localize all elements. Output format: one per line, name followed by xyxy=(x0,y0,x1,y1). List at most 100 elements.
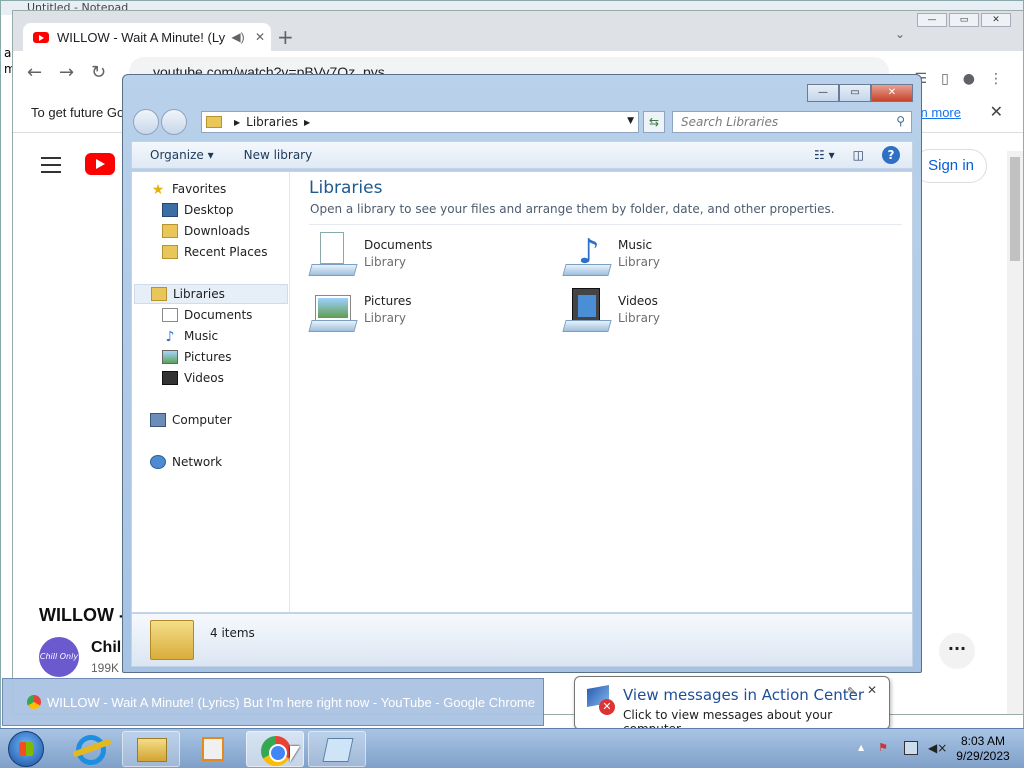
sign-in-button[interactable]: Sign in xyxy=(913,149,987,183)
start-button[interactable] xyxy=(4,729,48,768)
explorer-body: ★ Favorites Desktop Downloads Recent Pla… xyxy=(131,171,913,613)
documents-library-icon xyxy=(308,232,358,278)
reload-icon[interactable]: ↻ xyxy=(91,62,123,83)
nav-videos[interactable]: Videos xyxy=(162,371,224,385)
music-library-icon: ♪ xyxy=(562,232,612,278)
content-description: Open a library to see your files and arr… xyxy=(310,202,835,216)
preview-pane-icon[interactable]: ◫ xyxy=(853,148,864,162)
chrome-tab-youtube[interactable]: WILLOW - Wait A Minute! (Ly ◀) ✕ xyxy=(23,23,271,51)
library-documents[interactable]: Documents Library xyxy=(308,232,432,278)
close-button[interactable]: ✕ xyxy=(981,13,1011,27)
library-music[interactable]: ♪ Music Library xyxy=(562,232,660,278)
side-panel-icon[interactable]: ▯ xyxy=(941,71,949,87)
page-scrollbar[interactable] xyxy=(1007,151,1023,714)
maximize-button[interactable]: ▭ xyxy=(949,13,979,27)
search-icon[interactable]: ⚲ xyxy=(896,114,905,128)
library-pictures[interactable]: Pictures Library xyxy=(308,288,412,334)
explorer-minimize-button[interactable]: — xyxy=(807,84,839,102)
explorer-address-bar[interactable]: ▶ Libraries ▶ ▼ xyxy=(201,111,639,133)
computer-icon xyxy=(150,413,166,427)
details-pane: 4 items xyxy=(131,613,913,667)
google-chrome-icon xyxy=(261,736,291,766)
explorer-maximize-button[interactable]: ▭ xyxy=(839,84,871,102)
mouse-cursor-icon xyxy=(290,746,300,762)
minimize-button[interactable]: — xyxy=(917,13,947,27)
libraries-icon xyxy=(151,287,167,301)
nav-desktop[interactable]: Desktop xyxy=(162,203,234,217)
explorer-window-controls: — ▭ ✕ xyxy=(807,84,913,102)
infobar-close-icon[interactable]: ✕ xyxy=(990,102,1003,122)
taskbar-preview-chrome[interactable]: WILLOW - Wait A Minute! (Lyrics) But I'm… xyxy=(2,678,544,726)
more-actions-button[interactable]: ··· xyxy=(939,633,975,669)
change-view-icon[interactable]: ☷ ▾ xyxy=(814,148,835,162)
help-icon[interactable]: ? xyxy=(882,146,900,164)
nav-music[interactable]: ♪ Music xyxy=(162,329,219,345)
subscriber-count: 199K xyxy=(91,661,120,675)
nav-downloads[interactable]: Downloads xyxy=(162,224,250,238)
youtube-logo-icon[interactable] xyxy=(85,153,115,175)
nav-pictures[interactable]: Pictures xyxy=(162,350,232,364)
nav-recent-places[interactable]: Recent Places xyxy=(162,245,267,259)
item-count: 4 items xyxy=(210,626,255,640)
system-tray: ▲ ⚑ ◀× 8:03 AM 9/29/2023 xyxy=(834,729,1024,768)
volume-muted-icon[interactable]: ◀× xyxy=(928,741,947,755)
channel-name[interactable]: Chill xyxy=(91,639,126,657)
taskbar-notepad[interactable] xyxy=(308,731,366,767)
chrome-icon xyxy=(27,695,41,709)
new-library-button[interactable]: New library xyxy=(244,148,313,162)
organize-button[interactable]: Organize ▾ xyxy=(150,148,214,162)
forward-icon[interactable]: → xyxy=(59,62,91,83)
menu-icon[interactable]: ⋮ xyxy=(989,71,1003,87)
library-videos[interactable]: Videos Library xyxy=(562,288,660,334)
balloon-title[interactable]: View messages in Action Center xyxy=(623,686,864,704)
nav-documents[interactable]: Documents xyxy=(162,308,252,322)
navigation-pane: ★ Favorites Desktop Downloads Recent Pla… xyxy=(132,172,290,612)
nav-favorites[interactable]: ★ Favorites xyxy=(150,182,227,198)
tab-search-icon[interactable]: ⌄ xyxy=(895,27,905,41)
content-title: Libraries xyxy=(309,178,383,198)
chrome-toolbar-icons: ☰ ▯ ● ⋮ xyxy=(915,71,1004,87)
search-libraries-input[interactable]: Search Libraries ⚲ xyxy=(672,111,912,133)
taskbar-windows-explorer[interactable] xyxy=(122,731,180,767)
taskbar-internet-explorer[interactable] xyxy=(64,731,122,767)
music-icon: ♪ xyxy=(165,329,175,345)
recent-places-icon xyxy=(162,245,178,259)
back-forward-buttons xyxy=(133,109,189,135)
channel-avatar[interactable]: Chill Only xyxy=(39,637,79,677)
view-tools: ☷ ▾ ◫ ? xyxy=(814,146,900,164)
back-icon[interactable]: ← xyxy=(27,62,59,83)
content-divider xyxy=(309,224,902,225)
videos-library-icon xyxy=(562,288,612,334)
breadcrumb-libraries[interactable]: Libraries xyxy=(246,115,298,129)
explorer-back-button[interactable] xyxy=(133,109,159,135)
scrollbar-thumb[interactable] xyxy=(1010,157,1020,261)
nav-libraries[interactable]: Libraries xyxy=(134,284,288,304)
balloon-close-icon[interactable]: ✕ xyxy=(867,683,877,697)
pictures-library-icon xyxy=(308,288,358,334)
taskbar-media-player[interactable] xyxy=(184,731,242,767)
balloon-options-icon[interactable]: ✎ xyxy=(847,685,856,698)
tab-close-icon[interactable]: ✕ xyxy=(249,30,271,44)
breadcrumb-arrow-icon[interactable]: ▶ xyxy=(304,118,310,127)
breadcrumb-arrow-icon[interactable]: ▶ xyxy=(234,118,240,127)
explorer-window: — ▭ ✕ ▶ Libraries ▶ ▼ ⇆ Search Libraries… xyxy=(122,74,922,673)
explorer-forward-button[interactable] xyxy=(161,109,187,135)
nav-network[interactable]: Network xyxy=(150,455,222,469)
network-icon xyxy=(150,455,166,469)
libraries-large-icon xyxy=(150,620,194,660)
action-center-tray-icon[interactable]: ⚑ xyxy=(878,741,892,757)
action-center-balloon[interactable]: ✕ View messages in Action Center Click t… xyxy=(574,676,890,741)
explorer-close-button[interactable]: ✕ xyxy=(871,84,913,102)
address-dropdown-icon[interactable]: ▼ xyxy=(627,116,634,126)
speaker-icon[interactable]: ◀) xyxy=(227,30,249,44)
youtube-menu-icon[interactable] xyxy=(41,157,61,178)
network-tray-icon[interactable] xyxy=(904,741,918,755)
nav-computer[interactable]: Computer xyxy=(150,413,232,427)
refresh-icon[interactable]: ⇆ xyxy=(643,111,665,133)
show-hidden-icons[interactable]: ▲ xyxy=(858,743,864,752)
clock[interactable]: 8:03 AM 9/29/2023 xyxy=(948,734,1018,764)
profile-icon[interactable]: ● xyxy=(963,71,975,87)
media-player-icon xyxy=(202,737,224,761)
learn-more-link[interactable]: rn more xyxy=(916,105,961,120)
new-tab-button[interactable]: + xyxy=(277,25,294,49)
